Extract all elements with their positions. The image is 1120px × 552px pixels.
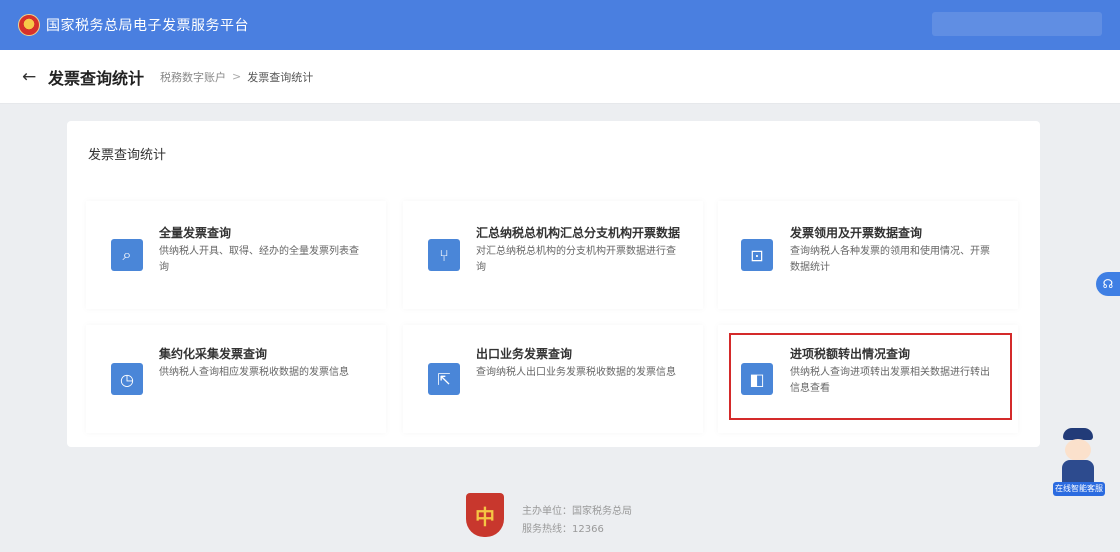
export-doc-icon: ⇱ — [428, 363, 460, 395]
card-batch-collection[interactable]: ◷ 集约化采集发票查询 供纳税人查询相应发票税收数据的发票信息 — [86, 325, 386, 433]
highlight-box — [729, 333, 1012, 420]
assistant-face — [1065, 439, 1091, 461]
footer-organizer: 主办单位：国家税务总局 — [522, 506, 632, 517]
page-title: 发票查询统计 — [48, 68, 145, 88]
card-title: 全量发票查询 — [159, 226, 232, 240]
breadcrumb-item-home[interactable]: 税務数字账户 — [160, 69, 226, 85]
card-description: 对汇总纳税总机构的分支机构开票数据进行查询 — [476, 246, 676, 273]
card-title: 发票领用及开票数据查询 — [790, 226, 923, 240]
tax-emblem-icon — [18, 14, 40, 36]
chart-doc-icon: ⊡ — [741, 239, 773, 271]
card-description: 供纳税人开具、取得、经办的全量发票列表查询 — [159, 246, 359, 273]
breadcrumb-item-current: 发票查询统计 — [247, 70, 314, 84]
site-title[interactable]: 国家税务总局电子发票服务平台 — [46, 15, 249, 35]
branch-icon: ⑂ — [428, 239, 460, 271]
breadcrumb-separator: > — [232, 70, 242, 83]
footer-hotline: 服务热线：12366 — [522, 524, 604, 535]
card-description: 供纳税人查询相应发票税收数据的发票信息 — [159, 367, 349, 378]
card-title: 出口业务发票查询 — [476, 347, 573, 361]
card-invoice-usage[interactable]: ⊡ 发票领用及开票数据查询 查询纳税人各种发票的领用和使用情况、开票数据统计 — [718, 201, 1018, 309]
card-full-invoice-query[interactable]: ⌕ 全量发票查询 供纳税人开具、取得、经办的全量发票列表查询 — [86, 201, 386, 309]
clock-doc-icon: ◷ — [111, 363, 143, 395]
card-description: 查询纳税人各种发票的领用和使用情况、开票数据统计 — [790, 246, 990, 273]
back-arrow-icon[interactable]: ← — [22, 67, 42, 87]
card-branch-summary[interactable]: ⑂ 汇总纳税总机构汇总分支机构开票数据 对汇总纳税总机构的分支机构开票数据进行查… — [403, 201, 703, 309]
card-title: 汇总纳税总机构汇总分支机构开票数据 — [476, 226, 681, 240]
search-doc-icon: ⌕ — [111, 239, 143, 271]
breadcrumb: 税務数字账户 > 发票查询统计 — [160, 69, 313, 85]
online-assistant[interactable]: 在线智能客服 — [1053, 428, 1105, 496]
card-title: 集约化采集发票查询 — [159, 347, 268, 361]
breadcrumb-bar: ← 发票查询统计 税務数字账户 > 发票查询统计 — [0, 50, 1120, 104]
card-description: 查询纳税人出口业务发票税收数据的发票信息 — [476, 367, 676, 378]
panel-title: 发票查询统计 — [88, 148, 167, 163]
headset-icon[interactable]: ☊ — [1096, 272, 1120, 296]
assistant-body — [1062, 460, 1094, 484]
card-export-invoice[interactable]: ⇱ 出口业务发票查询 查询纳税人出口业务发票税收数据的发票信息 — [403, 325, 703, 433]
assistant-label: 在线智能客服 — [1053, 482, 1105, 496]
header-user-area[interactable] — [932, 12, 1102, 36]
tax-shield-icon: 中 — [466, 493, 504, 537]
top-header: 国家税务总局电子发票服务平台 — [0, 0, 1120, 50]
